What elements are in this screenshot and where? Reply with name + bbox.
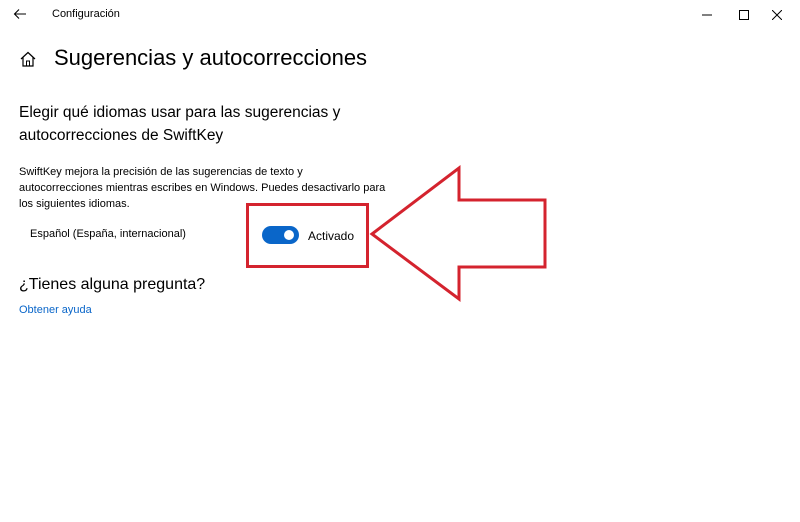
close-icon bbox=[772, 10, 782, 20]
help-heading: ¿Tienes alguna pregunta? bbox=[19, 276, 206, 293]
annotation-arrow-icon bbox=[369, 164, 547, 302]
title-bar: Configuración bbox=[0, 0, 800, 30]
back-arrow-icon bbox=[13, 9, 26, 19]
home-button[interactable] bbox=[19, 50, 37, 68]
section-heading: Elegir qué idiomas usar para las sugeren… bbox=[19, 104, 341, 144]
maximize-icon bbox=[739, 10, 749, 20]
home-icon bbox=[20, 51, 36, 67]
close-button[interactable] bbox=[754, 0, 800, 30]
minimize-icon bbox=[702, 14, 712, 16]
get-help-link[interactable]: Obtener ayuda bbox=[19, 304, 92, 316]
annotation-highlight-box bbox=[246, 203, 369, 268]
window-title: Configuración bbox=[52, 8, 120, 20]
language-label: Español (España, internacional) bbox=[30, 228, 186, 240]
page-title: Sugerencias y autocorrecciones bbox=[54, 45, 368, 70]
back-button[interactable] bbox=[8, 3, 32, 25]
